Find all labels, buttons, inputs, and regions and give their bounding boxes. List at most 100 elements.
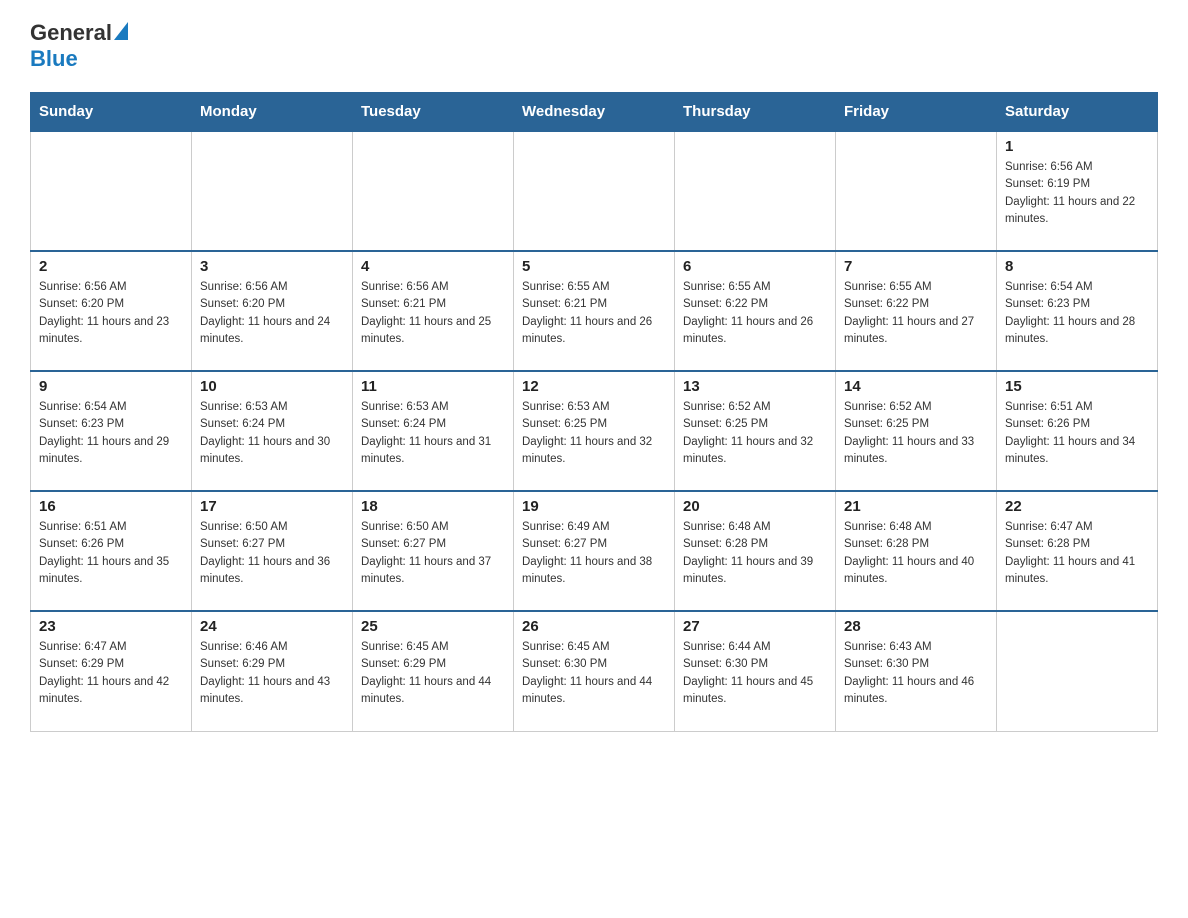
day-info: Sunrise: 6:56 AM Sunset: 6:21 PM Dayligh… [361, 279, 505, 348]
calendar-cell: 15 Sunrise: 6:51 AM Sunset: 6:26 PM Dayli… [997, 371, 1158, 491]
day-info: Sunrise: 6:53 AM Sunset: 6:24 PM Dayligh… [200, 399, 344, 468]
calendar-cell: 1 Sunrise: 6:56 AM Sunset: 6:19 PM Daylig… [997, 131, 1158, 251]
day-number: 25 [361, 618, 505, 635]
calendar-cell: 19 Sunrise: 6:49 AM Sunset: 6:27 PM Dayli… [514, 491, 675, 611]
day-info: Sunrise: 6:43 AM Sunset: 6:30 PM Dayligh… [844, 639, 988, 708]
day-info: Sunrise: 6:55 AM Sunset: 6:22 PM Dayligh… [683, 279, 827, 348]
day-number: 2 [39, 258, 183, 275]
day-number: 22 [1005, 498, 1149, 515]
day-info: Sunrise: 6:45 AM Sunset: 6:29 PM Dayligh… [361, 639, 505, 708]
day-info: Sunrise: 6:47 AM Sunset: 6:29 PM Dayligh… [39, 639, 183, 708]
day-number: 23 [39, 618, 183, 635]
day-info: Sunrise: 6:46 AM Sunset: 6:29 PM Dayligh… [200, 639, 344, 708]
calendar-cell [31, 131, 192, 251]
day-info: Sunrise: 6:54 AM Sunset: 6:23 PM Dayligh… [1005, 279, 1149, 348]
day-info: Sunrise: 6:45 AM Sunset: 6:30 PM Dayligh… [522, 639, 666, 708]
day-number: 28 [844, 618, 988, 635]
day-info: Sunrise: 6:54 AM Sunset: 6:23 PM Dayligh… [39, 399, 183, 468]
day-number: 1 [1005, 138, 1149, 155]
day-number: 6 [683, 258, 827, 275]
day-number: 18 [361, 498, 505, 515]
day-number: 9 [39, 378, 183, 395]
calendar-cell [192, 131, 353, 251]
day-number: 11 [361, 378, 505, 395]
day-number: 24 [200, 618, 344, 635]
calendar-cell: 17 Sunrise: 6:50 AM Sunset: 6:27 PM Dayli… [192, 491, 353, 611]
calendar-cell: 3 Sunrise: 6:56 AM Sunset: 6:20 PM Daylig… [192, 251, 353, 371]
calendar-cell: 6 Sunrise: 6:55 AM Sunset: 6:22 PM Daylig… [675, 251, 836, 371]
day-number: 12 [522, 378, 666, 395]
day-info: Sunrise: 6:50 AM Sunset: 6:27 PM Dayligh… [200, 519, 344, 588]
column-header-tuesday: Tuesday [353, 93, 514, 132]
calendar-cell: 14Sunrise: 6:52 AM Sunset: 6:25 PM Dayli… [836, 371, 997, 491]
day-info: Sunrise: 6:48 AM Sunset: 6:28 PM Dayligh… [683, 519, 827, 588]
logo-blue: Blue [30, 46, 78, 72]
calendar-cell: 11 Sunrise: 6:53 AM Sunset: 6:24 PM Dayli… [353, 371, 514, 491]
calendar-cell [836, 131, 997, 251]
logo-line2: Blue [30, 46, 78, 72]
calendar-cell [353, 131, 514, 251]
day-number: 7 [844, 258, 988, 275]
day-number: 3 [200, 258, 344, 275]
day-number: 17 [200, 498, 344, 515]
day-info: Sunrise: 6:56 AM Sunset: 6:19 PM Dayligh… [1005, 159, 1149, 228]
calendar-cell [997, 611, 1158, 731]
calendar-cell: 7 Sunrise: 6:55 AM Sunset: 6:22 PM Daylig… [836, 251, 997, 371]
calendar-cell: 2Sunrise: 6:56 AM Sunset: 6:20 PM Daylig… [31, 251, 192, 371]
day-info: Sunrise: 6:51 AM Sunset: 6:26 PM Dayligh… [1005, 399, 1149, 468]
day-info: Sunrise: 6:51 AM Sunset: 6:26 PM Dayligh… [39, 519, 183, 588]
day-number: 19 [522, 498, 666, 515]
calendar-cell: 23 Sunrise: 6:47 AM Sunset: 6:29 PM Dayli… [31, 611, 192, 731]
logo-general: General [30, 20, 112, 46]
calendar-cell: 13Sunrise: 6:52 AM Sunset: 6:25 PM Dayli… [675, 371, 836, 491]
day-info: Sunrise: 6:50 AM Sunset: 6:27 PM Dayligh… [361, 519, 505, 588]
day-number: 27 [683, 618, 827, 635]
column-header-wednesday: Wednesday [514, 93, 675, 132]
day-number: 4 [361, 258, 505, 275]
column-header-friday: Friday [836, 93, 997, 132]
calendar-cell: 5 Sunrise: 6:55 AM Sunset: 6:21 PM Daylig… [514, 251, 675, 371]
day-number: 26 [522, 618, 666, 635]
day-number: 16 [39, 498, 183, 515]
calendar-table: SundayMondayTuesdayWednesdayThursdayFrid… [30, 92, 1158, 732]
day-info: Sunrise: 6:56 AM Sunset: 6:20 PM Dayligh… [200, 279, 344, 348]
calendar-cell: 22 Sunrise: 6:47 AM Sunset: 6:28 PM Dayli… [997, 491, 1158, 611]
calendar-cell: 24 Sunrise: 6:46 AM Sunset: 6:29 PM Dayli… [192, 611, 353, 731]
calendar-cell [514, 131, 675, 251]
day-info: Sunrise: 6:44 AM Sunset: 6:30 PM Dayligh… [683, 639, 827, 708]
day-info: Sunrise: 6:49 AM Sunset: 6:27 PM Dayligh… [522, 519, 666, 588]
calendar-cell: 25 Sunrise: 6:45 AM Sunset: 6:29 PM Dayli… [353, 611, 514, 731]
calendar-cell: 21 Sunrise: 6:48 AM Sunset: 6:28 PM Dayli… [836, 491, 997, 611]
calendar-cell: 4 Sunrise: 6:56 AM Sunset: 6:21 PM Daylig… [353, 251, 514, 371]
column-header-saturday: Saturday [997, 93, 1158, 132]
day-info: Sunrise: 6:48 AM Sunset: 6:28 PM Dayligh… [844, 519, 988, 588]
calendar-cell: 26 Sunrise: 6:45 AM Sunset: 6:30 PM Dayli… [514, 611, 675, 731]
calendar-cell: 12 Sunrise: 6:53 AM Sunset: 6:25 PM Dayli… [514, 371, 675, 491]
calendar-cell: 10 Sunrise: 6:53 AM Sunset: 6:24 PM Dayli… [192, 371, 353, 491]
calendar-cell: 27 Sunrise: 6:44 AM Sunset: 6:30 PM Dayli… [675, 611, 836, 731]
day-info: Sunrise: 6:55 AM Sunset: 6:22 PM Dayligh… [844, 279, 988, 348]
logo-line1: General [30, 20, 128, 46]
header: General Blue [30, 20, 1158, 72]
day-info: Sunrise: 6:55 AM Sunset: 6:21 PM Dayligh… [522, 279, 666, 348]
day-info: Sunrise: 6:53 AM Sunset: 6:25 PM Dayligh… [522, 399, 666, 468]
logo: General Blue [30, 20, 128, 72]
calendar-cell: 18 Sunrise: 6:50 AM Sunset: 6:27 PM Dayli… [353, 491, 514, 611]
day-number: 5 [522, 258, 666, 275]
day-number: 20 [683, 498, 827, 515]
logo-icon [114, 22, 128, 40]
day-number: 21 [844, 498, 988, 515]
day-info: Sunrise: 6:52 AM Sunset: 6:25 PM Dayligh… [683, 399, 827, 468]
day-number: 8 [1005, 258, 1149, 275]
calendar-cell: 28 Sunrise: 6:43 AM Sunset: 6:30 PM Dayli… [836, 611, 997, 731]
day-number: 14 [844, 378, 988, 395]
day-info: Sunrise: 6:53 AM Sunset: 6:24 PM Dayligh… [361, 399, 505, 468]
calendar-cell: 20 Sunrise: 6:48 AM Sunset: 6:28 PM Dayli… [675, 491, 836, 611]
day-number: 15 [1005, 378, 1149, 395]
column-header-sunday: Sunday [31, 93, 192, 132]
calendar-cell: 16 Sunrise: 6:51 AM Sunset: 6:26 PM Dayli… [31, 491, 192, 611]
day-info: Sunrise: 6:47 AM Sunset: 6:28 PM Dayligh… [1005, 519, 1149, 588]
column-header-thursday: Thursday [675, 93, 836, 132]
day-number: 10 [200, 378, 344, 395]
calendar-cell: 8 Sunrise: 6:54 AM Sunset: 6:23 PM Daylig… [997, 251, 1158, 371]
